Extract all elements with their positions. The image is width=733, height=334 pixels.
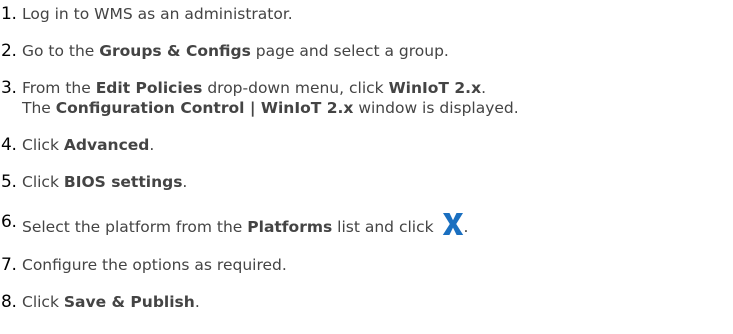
- step-number: 3.: [1, 78, 17, 98]
- ui-term-advanced: Advanced: [63, 136, 150, 154]
- ui-term-platforms: Platforms: [247, 218, 333, 236]
- step-text-part: Click: [22, 136, 64, 154]
- x-icon: [442, 213, 463, 235]
- ui-term-configuration-control: Configuration Control | WinIoT 2.x: [55, 99, 354, 117]
- step-text-line: From the Edit Policies drop-down menu, c…: [22, 78, 519, 98]
- step-number: 2.: [1, 41, 17, 61]
- ui-term-save-publish: Save & Publish: [63, 293, 195, 311]
- step-text: Click Advanced.: [22, 135, 154, 155]
- step-text-part: From the: [22, 79, 96, 97]
- step-text-part: .: [463, 218, 469, 236]
- step-text-part: .: [149, 136, 155, 154]
- ui-term-winiot: WinIoT 2.x: [388, 79, 482, 97]
- step-text-part: .: [481, 79, 487, 97]
- step-number: 7.: [1, 255, 17, 275]
- step-text: Log in to WMS as an administrator.: [22, 4, 293, 24]
- step-number: 8.: [1, 292, 17, 312]
- step-text: Configure the options as required.: [22, 255, 287, 275]
- step-text-part: The: [22, 99, 56, 117]
- step-text: Click BIOS settings.: [22, 172, 187, 192]
- step-text-part: Click: [22, 173, 64, 191]
- step-text-part: page and select a group.: [250, 42, 449, 60]
- step-number: 6.: [1, 212, 17, 232]
- ui-term-edit-policies: Edit Policies: [95, 79, 203, 97]
- step-text-part: drop-down menu, click: [202, 79, 389, 97]
- step-text: From the Edit Policies drop-down menu, c…: [22, 78, 519, 118]
- step-number: 4.: [1, 135, 17, 155]
- step-text-part: Go to the: [22, 42, 100, 60]
- step-number: 5.: [1, 172, 17, 192]
- step-text-part: list and click: [332, 218, 439, 236]
- step-text: Go to the Groups & Configs page and sele…: [22, 41, 449, 61]
- ui-term-bios-settings: BIOS settings: [63, 173, 183, 191]
- step-number: 1.: [1, 4, 17, 24]
- step-text-part: .: [182, 173, 188, 191]
- step-text: Click Save & Publish.: [22, 292, 200, 312]
- step-text-part: Log in to WMS as an administrator.: [22, 5, 293, 23]
- ui-term-groups-configs: Groups & Configs: [99, 42, 251, 60]
- step-text-line: The Configuration Control | WinIoT 2.x w…: [22, 98, 519, 118]
- step-text-part: .: [194, 293, 200, 311]
- step-text-part: Select the platform from the: [22, 218, 248, 236]
- step-text-part: Click: [22, 293, 64, 311]
- step-text: Select the platform from the Platforms l…: [22, 212, 468, 237]
- step-text-part: Configure the options as required.: [22, 256, 287, 274]
- step-text-part: window is displayed.: [353, 99, 519, 117]
